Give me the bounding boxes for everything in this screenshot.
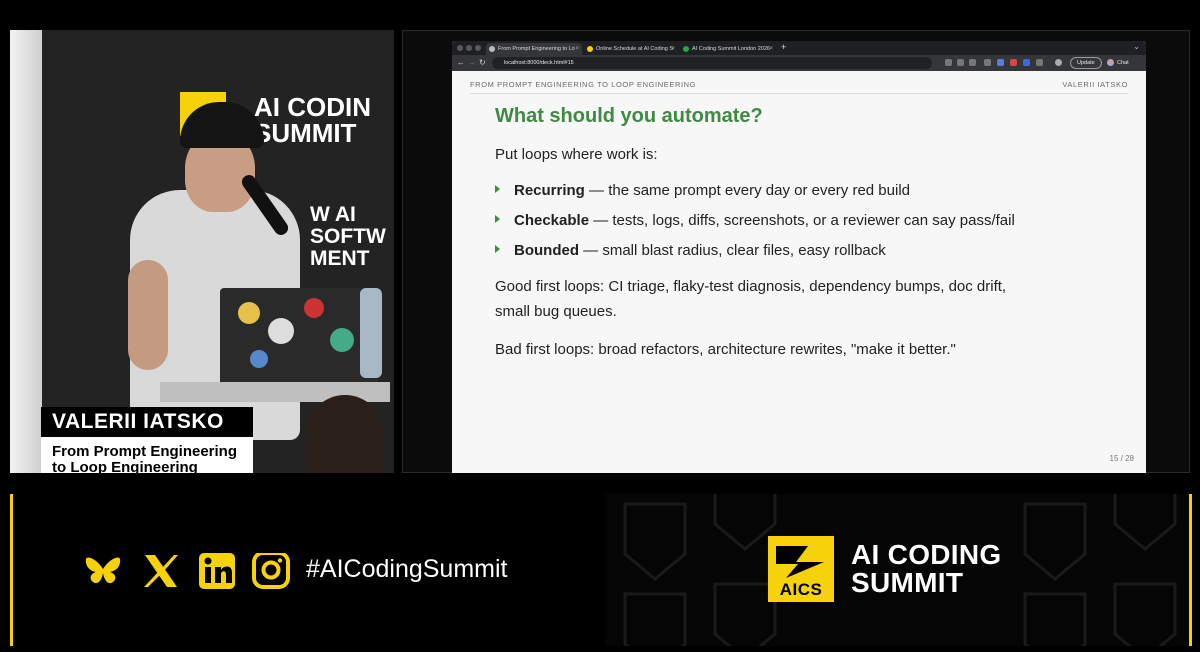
new-tab-button[interactable]: +	[781, 42, 786, 52]
water-bottle	[360, 288, 382, 378]
brand-bar: AICS AI CODING SUMMIT	[605, 494, 1192, 646]
audience-head	[306, 395, 384, 473]
tab-search-icon[interactable]: ⌄	[1133, 42, 1140, 51]
globe-icon	[489, 46, 495, 52]
x-icon	[144, 555, 178, 587]
bullet-item: Recurring — the same prompt every day or…	[495, 182, 910, 199]
green-dot-icon	[683, 46, 689, 52]
extensions-puzzle-icon[interactable]	[1036, 59, 1043, 66]
reload-icon[interactable]: ↻	[479, 57, 486, 69]
update-button[interactable]: Update	[1070, 57, 1102, 69]
speaker-video: AI CODIN SUMMIT W AI SOFTW MENT VALERII …	[10, 30, 394, 473]
tab-summit[interactable]: AI Coding Summit London 2026 ×	[680, 43, 776, 55]
close-window-button[interactable]	[457, 45, 463, 51]
address-bar-row: ← → ↻ localhost:8000/deck.html#15 Update…	[452, 55, 1146, 71]
event-hashtag: #AICodingSummit	[306, 555, 508, 583]
screen-share: From Prompt Engineering to Lo × Online S…	[402, 30, 1190, 473]
slide-page-number: 15 / 28	[1109, 454, 1134, 463]
backdrop-subtext: W AI SOFTW MENT	[310, 203, 386, 270]
good-loops-paragraph: Good first loops: CI triage, flaky-test …	[495, 278, 1007, 320]
slide-header: FROM PROMPT ENGINEERING TO LOOP ENGINEER…	[470, 80, 1128, 94]
close-tab-icon[interactable]: ×	[769, 43, 773, 55]
browser-window: From Prompt Engineering to Lo × Online S…	[452, 41, 1146, 473]
brand-accent-edge	[1189, 494, 1192, 646]
deck-title: FROM PROMPT ENGINEERING TO LOOP ENGINEER…	[470, 80, 697, 89]
bullet-item: Checkable — tests, logs, diffs, screensh…	[495, 212, 1015, 229]
chat-button[interactable]: Chat	[1107, 57, 1129, 69]
slide-intro: Put loops where work is:	[495, 146, 658, 163]
bullet-triangle-icon	[495, 215, 500, 223]
tab-bar: From Prompt Engineering to Lo × Online S…	[452, 41, 1146, 55]
deck-author: VALERII IATSKO	[1062, 80, 1128, 89]
bad-loops-paragraph: Bad first loops: broad refactors, archit…	[495, 341, 956, 358]
bolt-icon	[587, 46, 593, 52]
social-bar: #AICodingSummit	[10, 494, 597, 646]
extension-icon[interactable]	[984, 59, 991, 66]
aics-logo-text: AICS	[779, 580, 823, 599]
slide: FROM PROMPT ENGINEERING TO LOOP ENGINEER…	[452, 71, 1146, 473]
bullet-item: Bounded — small blast radius, clear file…	[495, 242, 886, 259]
stage-light	[10, 30, 42, 473]
close-tab-icon[interactable]: ×	[671, 43, 675, 55]
profile-avatar[interactable]	[1055, 59, 1062, 66]
instagram-icon	[252, 553, 290, 589]
brand-name: AI CODING SUMMIT	[851, 539, 1002, 598]
backdrop-logo-text: AI CODIN SUMMIT	[254, 92, 371, 148]
talk-title: From Prompt Engineering to Loop Engineer…	[41, 437, 253, 473]
translate-icon[interactable]	[957, 59, 964, 66]
tab-schedule[interactable]: Online Schedule at AI Coding S ×	[584, 43, 678, 55]
bookmark-star-icon[interactable]	[969, 59, 976, 66]
back-icon[interactable]: ←	[457, 57, 465, 69]
maximize-window-button[interactable]	[475, 45, 481, 51]
lens-icon[interactable]	[945, 59, 952, 66]
extension-icon[interactable]	[997, 59, 1004, 66]
minimize-window-button[interactable]	[466, 45, 472, 51]
url-input[interactable]: localhost:8000/deck.html#15	[492, 57, 932, 69]
close-tab-icon[interactable]: ×	[575, 43, 579, 55]
tab-deck[interactable]: From Prompt Engineering to Lo ×	[486, 43, 582, 55]
slide-title: What should you automate?	[495, 105, 763, 127]
bluesky-icon	[85, 557, 121, 584]
bullet-triangle-icon	[495, 245, 500, 253]
speaker-name: VALERII IATSKO	[41, 407, 253, 437]
speaker-arm	[128, 260, 168, 370]
linkedin-icon	[199, 553, 235, 589]
laptop	[220, 288, 378, 388]
bullet-triangle-icon	[495, 185, 500, 193]
extension-icon[interactable]	[1023, 59, 1030, 66]
forward-icon[interactable]: →	[468, 57, 476, 69]
extension-icon[interactable]	[1010, 59, 1017, 66]
